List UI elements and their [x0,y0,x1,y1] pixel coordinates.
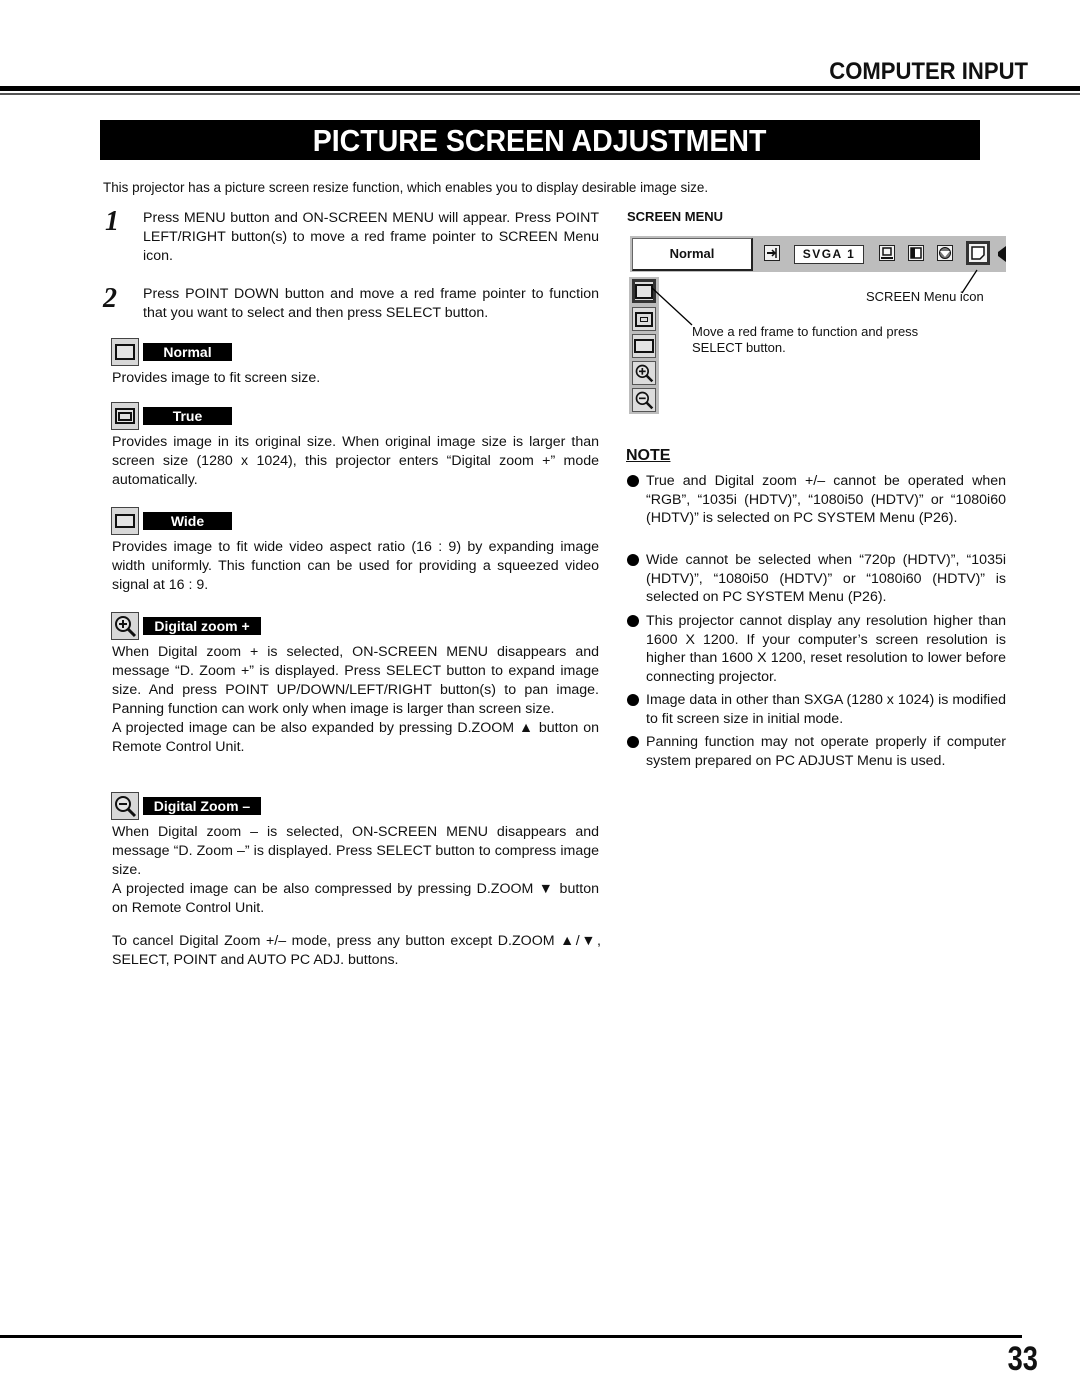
note-item: True and Digital zoom +/– cannot be oper… [627,472,1006,528]
zoom-in-icon [111,612,139,640]
footer-rule [0,1335,1022,1338]
step-text: Press MENU button and ON-SCREEN MENU wil… [143,210,599,264]
bullet-icon [627,475,639,487]
bullet-icon [627,615,639,627]
callout-frame-text: Move a red frame to function and press S… [692,324,919,355]
function-tag-normal: Normal [111,338,232,366]
image-select-icon [908,245,924,261]
page-number: 33 [1007,1340,1038,1378]
step-text: Press POINT DOWN button and move a red f… [143,286,599,321]
function-description: When Digital zoom + is selected, ON-SCRE… [112,643,599,757]
bullet-icon [627,694,639,706]
zoom-out-icon [111,792,139,820]
bullet-icon [627,554,639,566]
function-tag-digital-zoom-plus: Digital zoom + [111,612,261,640]
submenu-zoom-out-icon[interactable] [632,388,656,412]
function-label: Digital zoom + [143,617,261,635]
note-item: Panning function may not operate properl… [627,733,1006,770]
function-label: Normal [143,343,232,361]
page-title: PICTURE SCREEN ADJUSTMENT [313,123,767,158]
section-title: COMPUTER INPUT [829,58,1028,85]
true-screen-icon [111,402,139,430]
input-icon [764,245,780,261]
normal-screen-icon [111,338,139,366]
header-rule-thin [0,93,1080,95]
image-adjust-icon [937,245,953,261]
function-paragraph: A projected image can be also compressed… [112,881,599,916]
cancel-note: To cancel Digital Zoom +/– mode, press a… [112,933,601,968]
function-paragraph: When Digital zoom – is selected, ON-SCRE… [112,824,599,878]
callout-line-frame [651,287,693,326]
note-item: Wide cannot be selected when “720p (HDTV… [627,551,1006,607]
function-label: Wide [143,512,232,530]
function-tag-digital-zoom-minus: Digital Zoom – [111,792,261,820]
note-heading: NOTE [626,447,671,464]
header-rule [0,86,1080,91]
submenu-zoom-in-icon[interactable] [632,361,656,385]
wide-screen-icon [111,507,139,535]
pc-adjust-icon [879,245,895,261]
note-item: This projector cannot display any resolu… [627,612,1006,686]
function-description: Provides image to fit screen size. [112,370,321,386]
intro-text: This projector has a picture screen resi… [103,179,709,195]
function-label: Digital Zoom – [143,797,261,815]
page-title-banner: PICTURE SCREEN ADJUSTMENT [100,120,980,160]
function-tag-true: True [111,402,232,430]
function-description: Provides image in its original size. Whe… [112,434,599,488]
callout-menu-icon-text: SCREEN Menu icon [866,289,984,304]
screen-menu-heading: SCREEN MENU [627,209,724,224]
function-tag-wide: Wide [111,507,232,535]
bullet-icon [627,736,639,748]
function-description: When Digital zoom – is selected, ON-SCRE… [112,823,599,918]
function-paragraph: When Digital zoom + is selected, ON-SCRE… [112,644,599,717]
note-item: Image data in other than SXGA (1280 x 10… [627,691,1006,728]
function-paragraph: A projected image can be also expanded b… [112,720,599,755]
step-number: 1 [105,206,119,237]
function-description: Provides image to fit wide video aspect … [112,539,599,593]
function-label: True [143,407,232,425]
step-number: 2 [103,283,117,314]
